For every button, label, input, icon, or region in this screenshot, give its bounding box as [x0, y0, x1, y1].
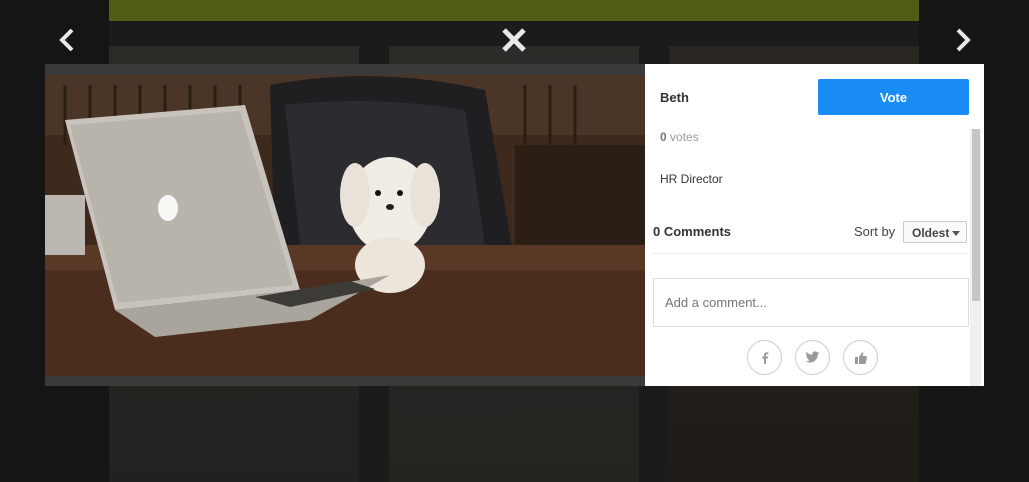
- sort-select-value: Oldest: [912, 226, 950, 240]
- photo-dog-at-laptop: [45, 75, 645, 376]
- comments-count: 0 Comments: [653, 224, 732, 239]
- sort-select[interactable]: Oldest: [903, 221, 967, 243]
- close-button[interactable]: [500, 26, 528, 54]
- share-twitter-button[interactable]: [795, 340, 830, 375]
- comment-input[interactable]: [653, 278, 969, 327]
- background-banner: [109, 0, 919, 21]
- author-name: Beth: [660, 90, 689, 105]
- prev-button[interactable]: [54, 26, 82, 54]
- share-like-button[interactable]: [843, 340, 878, 375]
- chevron-left-icon: [59, 28, 74, 52]
- scrollbar[interactable]: [970, 129, 981, 386]
- entry-caption: HR Director: [660, 172, 723, 186]
- chevron-right-icon: [956, 28, 971, 52]
- next-button[interactable]: [948, 26, 976, 54]
- thumbs-up-icon: [854, 351, 867, 364]
- sort-label: Sort by: [854, 224, 896, 239]
- scrollbar-thumb[interactable]: [972, 129, 980, 301]
- vote-count: 0 votes: [660, 130, 699, 144]
- close-icon: [502, 28, 526, 52]
- entry-photo: [45, 75, 645, 376]
- caret-down-icon: [952, 231, 960, 236]
- vote-button[interactable]: Vote: [818, 79, 969, 115]
- divider: [653, 253, 969, 254]
- facebook-icon: [761, 351, 768, 364]
- entry-details-panel: Beth Vote 0 votes HR Director 0 Comments…: [645, 64, 984, 386]
- twitter-icon: [805, 351, 820, 363]
- photo-pane: [45, 64, 645, 386]
- vote-count-number: 0: [660, 130, 667, 144]
- vote-count-suffix: votes: [666, 130, 699, 144]
- share-facebook-button[interactable]: [747, 340, 782, 375]
